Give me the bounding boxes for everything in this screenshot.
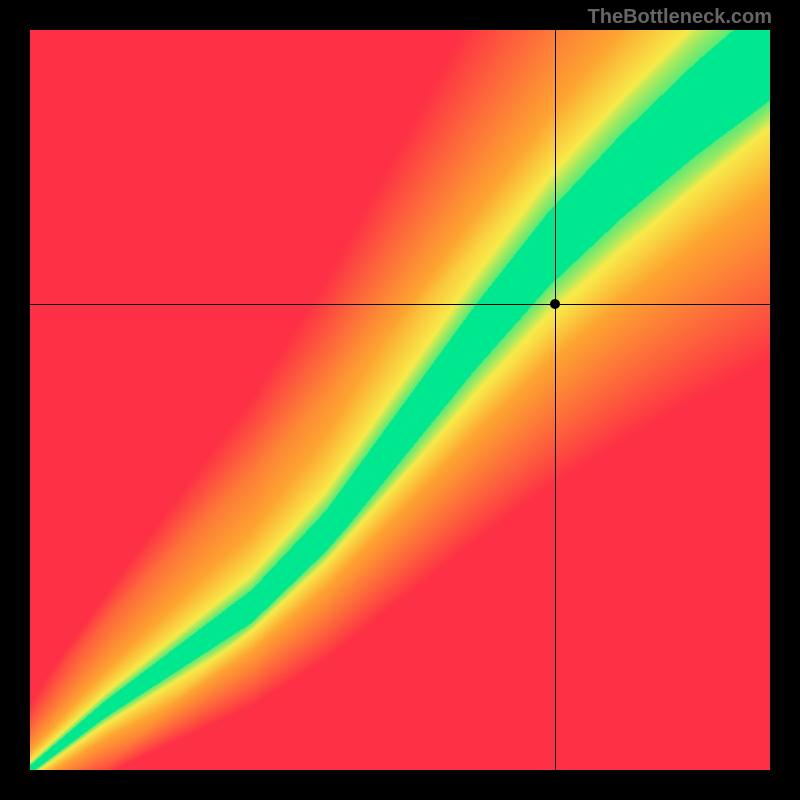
chart-container: TheBottleneck.com	[0, 0, 800, 800]
crosshair-horizontal	[30, 304, 770, 305]
heatmap-canvas	[30, 30, 770, 770]
marker-dot	[550, 299, 560, 309]
crosshair-vertical	[555, 30, 556, 770]
heatmap-plot	[30, 30, 770, 770]
watermark-text: TheBottleneck.com	[588, 6, 772, 29]
